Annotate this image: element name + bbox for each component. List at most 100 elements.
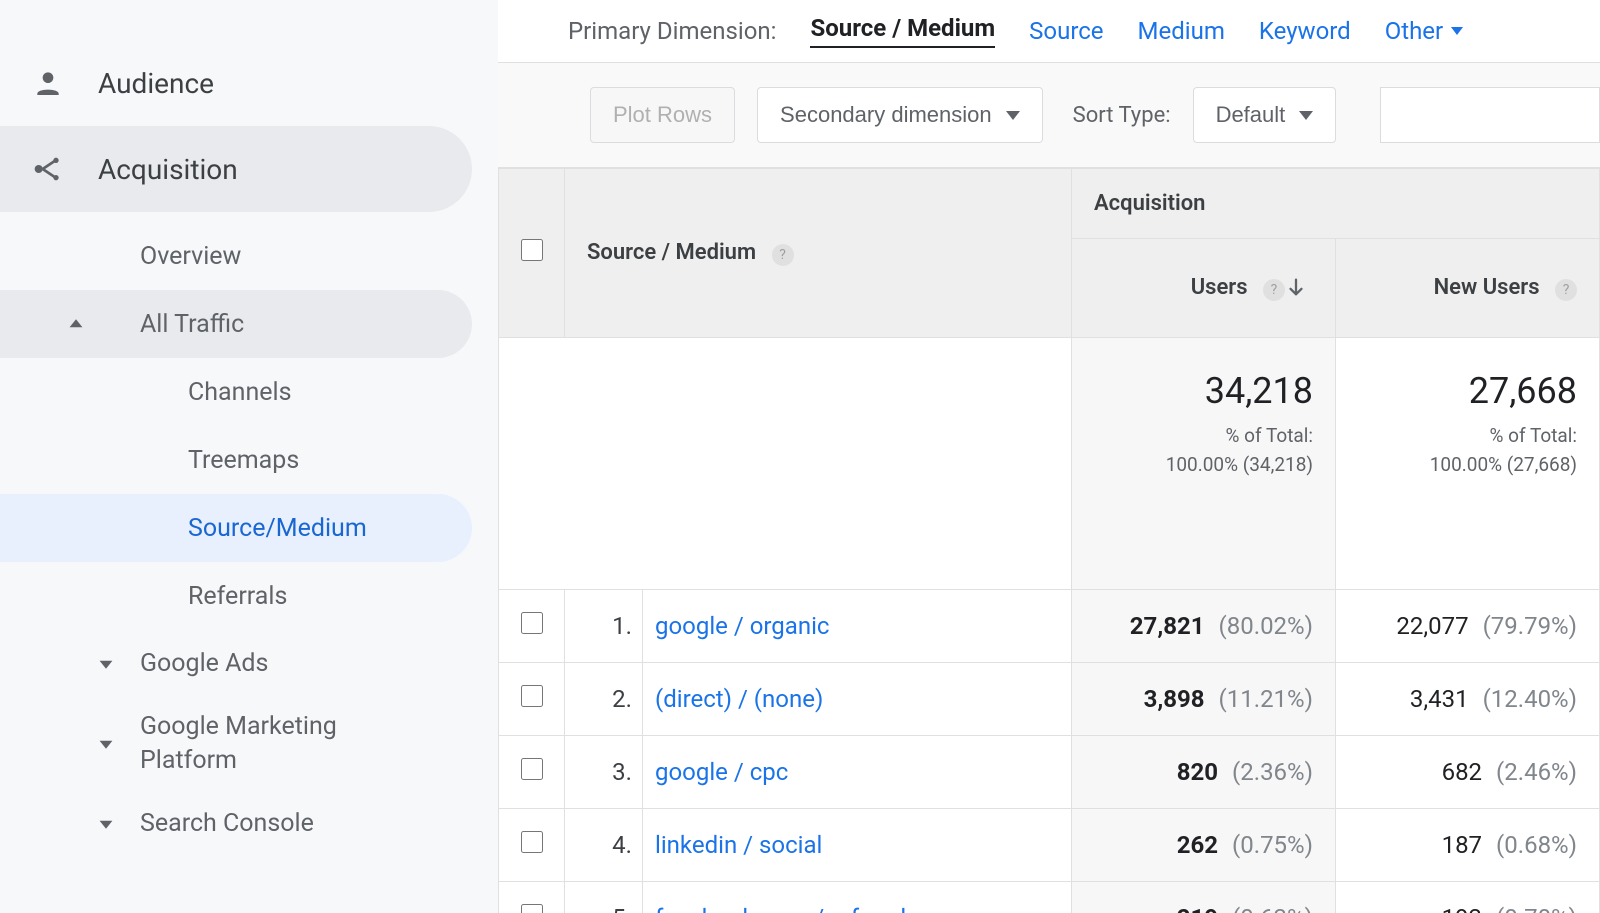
row-new-users: 682(2.46%): [1335, 736, 1599, 809]
row-users: 262(0.75%): [1071, 809, 1335, 882]
col-users-label: Users: [1191, 275, 1248, 300]
dimension-other-label: Other: [1385, 17, 1443, 45]
chevron-up-icon: [68, 316, 84, 332]
summary-empty: [499, 338, 1072, 590]
col-checkbox-header: [499, 169, 565, 338]
row-checkbox-cell: [499, 809, 565, 882]
primary-dimension-bar: Primary Dimension: Source / Medium Sourc…: [498, 0, 1600, 63]
dimension-keyword[interactable]: Keyword: [1259, 17, 1351, 45]
sidebar-item-label: Google Ads: [98, 647, 268, 681]
dimension-source-medium[interactable]: Source / Medium: [810, 14, 995, 48]
help-icon[interactable]: ?: [1555, 279, 1577, 301]
primary-dimension-label: Primary Dimension:: [568, 17, 776, 45]
sidebar-item-label: Treemaps: [188, 446, 299, 475]
row-source-medium-link[interactable]: facebook.com / referral: [643, 882, 1072, 913]
col-source-medium-label: Source / Medium: [587, 240, 756, 265]
secondary-dimension-button[interactable]: Secondary dimension: [757, 87, 1043, 143]
row-new-users: 193(0.70%): [1335, 882, 1599, 913]
row-checkbox-cell: [499, 736, 565, 809]
sort-type-label: Sort Type:: [1073, 103, 1171, 128]
row-checkbox[interactable]: [521, 685, 543, 707]
row-users: 27,821(80.02%): [1071, 590, 1335, 663]
help-icon[interactable]: ?: [1263, 279, 1285, 301]
summary-row: 34,218 % of Total: 100.00% (34,218) 27,6…: [499, 338, 1600, 590]
col-new-users-label: New Users: [1434, 275, 1540, 300]
sort-desc-icon: [1285, 275, 1313, 300]
sidebar-item-treemaps[interactable]: Treemaps: [0, 426, 472, 494]
dimension-source[interactable]: Source: [1029, 17, 1103, 45]
summary-new-users-total: 27,668: [1358, 364, 1577, 418]
row-index: 4.: [565, 809, 643, 882]
search-input[interactable]: [1380, 87, 1600, 143]
chevron-down-icon: [98, 656, 114, 672]
row-checkbox-cell: [499, 882, 565, 913]
chevron-down-icon: [98, 736, 114, 752]
row-source-medium-link[interactable]: linkedin / social: [643, 809, 1072, 882]
sidebar-item-referrals[interactable]: Referrals: [0, 562, 472, 630]
row-source-medium-link[interactable]: google / cpc: [643, 736, 1072, 809]
sidebar: Audience Acquisition Overview All Traffi…: [0, 0, 498, 913]
data-table: Source / Medium ? Acquisition Users ?: [498, 168, 1600, 913]
help-icon[interactable]: ?: [772, 244, 794, 266]
row-new-users: 187(0.68%): [1335, 809, 1599, 882]
sidebar-item-acquisition[interactable]: Acquisition: [0, 126, 472, 212]
row-users: 820(2.36%): [1071, 736, 1335, 809]
sidebar-item-google-ads[interactable]: Google Ads: [0, 630, 472, 698]
sidebar-item-label: Channels: [188, 378, 292, 407]
row-checkbox-cell: [499, 590, 565, 663]
row-checkbox[interactable]: [521, 612, 543, 634]
table-wrap: Source / Medium ? Acquisition Users ?: [498, 168, 1600, 913]
sidebar-item-label: Source/Medium: [188, 514, 367, 543]
secondary-dimension-label: Secondary dimension: [780, 102, 992, 128]
row-index: 5.: [565, 882, 643, 913]
table-row: 5.facebook.com / referral219(0.63%)193(0…: [499, 882, 1600, 913]
sidebar-item-overview[interactable]: Overview: [0, 222, 472, 290]
sidebar-item-label: Search Console: [98, 807, 314, 841]
dimension-medium[interactable]: Medium: [1138, 17, 1225, 45]
acquisition-icon: [32, 153, 64, 185]
col-new-users-header[interactable]: New Users ?: [1335, 239, 1599, 338]
sidebar-item-audience[interactable]: Audience: [0, 40, 472, 126]
sidebar-item-label: Audience: [98, 67, 214, 100]
row-index: 1.: [565, 590, 643, 663]
col-group-acquisition-label: Acquisition: [1094, 191, 1205, 216]
acquisition-submenu: Overview All Traffic Channels Treemaps S…: [0, 212, 498, 858]
chevron-down-icon: [1006, 111, 1020, 120]
sidebar-item-search-console[interactable]: Search Console: [0, 790, 472, 858]
sidebar-item-source-medium[interactable]: Source/Medium: [0, 494, 472, 562]
sidebar-item-label: Acquisition: [98, 153, 238, 186]
table-row: 3.google / cpc820(2.36%)682(2.46%): [499, 736, 1600, 809]
sidebar-item-label: Referrals: [188, 582, 287, 611]
sidebar-item-all-traffic[interactable]: All Traffic: [0, 290, 472, 358]
row-new-users: 3,431(12.40%): [1335, 663, 1599, 736]
main-content: Primary Dimension: Source / Medium Sourc…: [498, 0, 1600, 913]
col-users-header[interactable]: Users ?: [1071, 239, 1335, 338]
table-row: 4.linkedin / social262(0.75%)187(0.68%): [499, 809, 1600, 882]
sidebar-item-channels[interactable]: Channels: [0, 358, 472, 426]
summary-new-users-sub2: 100.00% (27,668): [1430, 453, 1577, 476]
sidebar-item-label: All Traffic: [140, 310, 244, 339]
col-source-medium-header[interactable]: Source / Medium ?: [565, 169, 1072, 338]
sort-type-value: Default: [1216, 102, 1286, 128]
row-users: 219(0.63%): [1071, 882, 1335, 913]
row-source-medium-link[interactable]: google / organic: [643, 590, 1072, 663]
sidebar-item-label: Google Marketing Platform: [98, 710, 428, 778]
row-checkbox[interactable]: [521, 831, 543, 853]
row-checkbox[interactable]: [521, 758, 543, 780]
select-all-checkbox[interactable]: [521, 239, 543, 261]
sort-type-button[interactable]: Default: [1193, 87, 1337, 143]
chevron-down-icon: [1299, 111, 1313, 120]
plot-rows-button[interactable]: Plot Rows: [590, 87, 735, 143]
sidebar-item-gmp[interactable]: Google Marketing Platform: [0, 698, 472, 790]
row-source-medium-link[interactable]: (direct) / (none): [643, 663, 1072, 736]
person-icon: [32, 67, 64, 99]
summary-users-sub1: % of Total:: [1226, 424, 1313, 447]
row-users: 3,898(11.21%): [1071, 663, 1335, 736]
row-index: 2.: [565, 663, 643, 736]
summary-users: 34,218 % of Total: 100.00% (34,218): [1071, 338, 1335, 590]
row-new-users: 22,077(79.79%): [1335, 590, 1599, 663]
dimension-other[interactable]: Other: [1385, 17, 1463, 45]
controls-bar: Plot Rows Secondary dimension Sort Type:…: [498, 63, 1600, 168]
row-checkbox[interactable]: [521, 904, 543, 913]
summary-users-total: 34,218: [1094, 364, 1313, 418]
